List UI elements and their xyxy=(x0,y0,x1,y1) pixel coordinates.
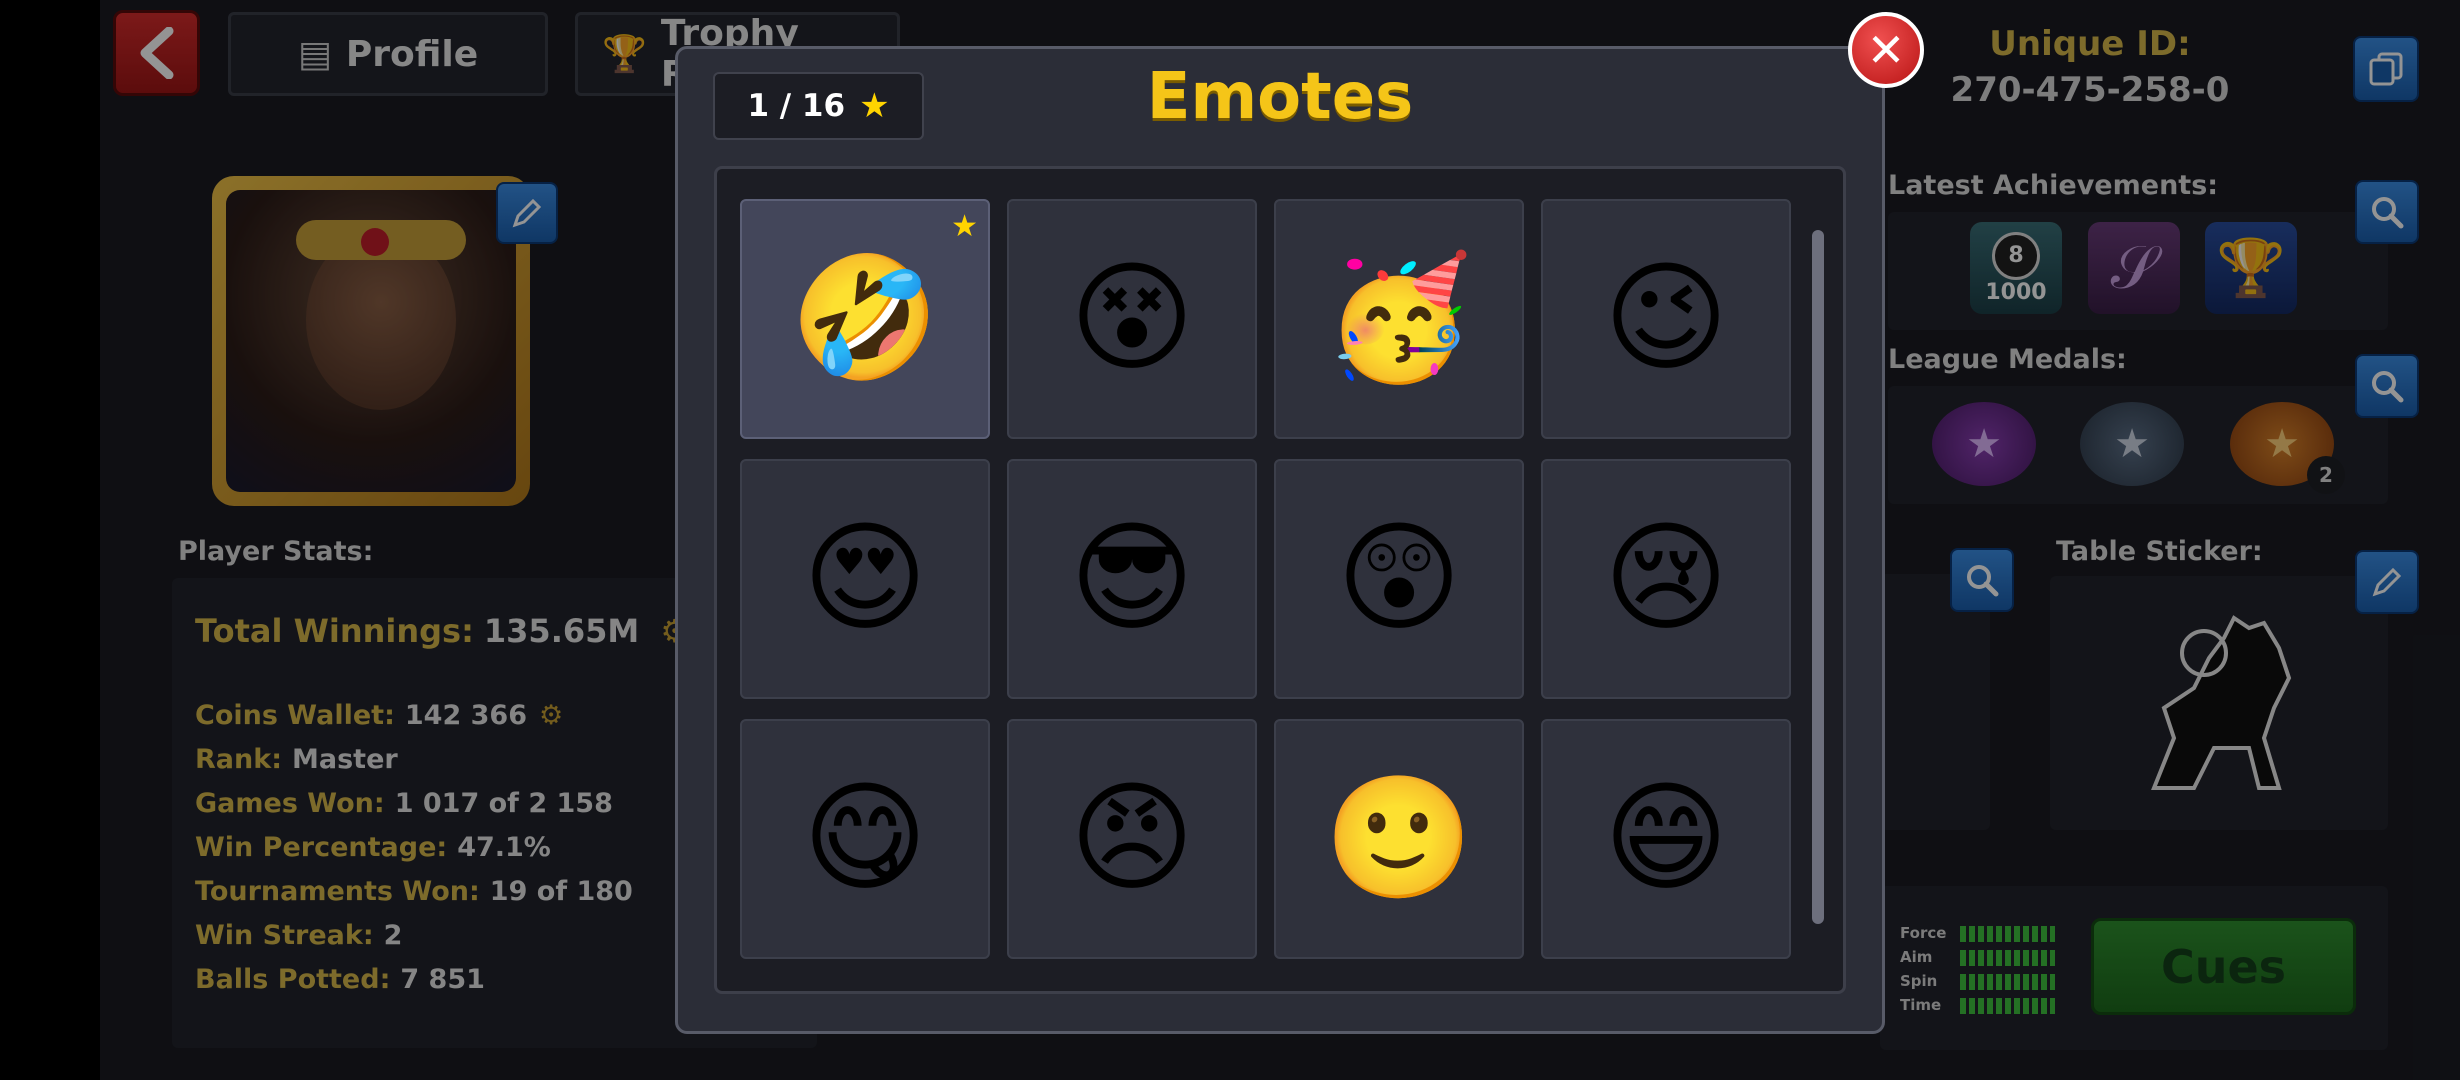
emote-dizzy-icon: 😵 xyxy=(1069,249,1195,388)
emote-cell-7[interactable]: 😲 xyxy=(1274,459,1524,699)
modal-title: Emotes xyxy=(1146,60,1414,134)
emote-cell-5[interactable]: 😍 xyxy=(740,459,990,699)
emote-counter-text: 1 / 16 xyxy=(747,88,846,124)
emote-cell-8[interactable]: 😢 xyxy=(1541,459,1791,699)
emote-crying-icon: 😢 xyxy=(1603,509,1729,648)
emote-sunglasses-icon: 😎 xyxy=(1069,509,1195,648)
emote-party-icon: 🥳 xyxy=(1324,249,1474,388)
emote-grid: 🤣 ★ 😵 🥳 😉 😍 😎 😲 😢 😋 😠 🙂 😄 xyxy=(714,166,1846,994)
emote-cell-3[interactable]: 🥳 xyxy=(1274,199,1524,439)
emote-angry-icon: 😠 xyxy=(1069,769,1195,908)
emote-surprised-icon: 😲 xyxy=(1336,509,1462,648)
emote-cell-12[interactable]: 😄 xyxy=(1541,719,1791,959)
emote-wink-icon: 😉 xyxy=(1603,249,1729,388)
close-modal-button[interactable]: ✕ xyxy=(1848,12,1924,88)
favorite-star-icon: ★ xyxy=(951,209,978,244)
emote-heart-eyes-icon: 😍 xyxy=(802,509,928,648)
emote-laughing-bunny-icon: 🤣 xyxy=(790,249,940,388)
emote-grin-icon: 😄 xyxy=(1603,769,1729,908)
emote-cell-1[interactable]: 🤣 ★ xyxy=(740,199,990,439)
emote-counter: 1 / 16 ★ xyxy=(713,72,924,140)
emote-cell-10[interactable]: 😠 xyxy=(1007,719,1257,959)
emote-smile-icon: 🙂 xyxy=(1324,769,1474,908)
emote-cell-4[interactable]: 😉 xyxy=(1541,199,1791,439)
emote-cell-11[interactable]: 🙂 xyxy=(1274,719,1524,959)
close-icon: ✕ xyxy=(1866,23,1906,77)
emote-grid-scrollbar[interactable] xyxy=(1812,230,1824,924)
star-icon: ★ xyxy=(859,86,890,126)
emote-cell-2[interactable]: 😵 xyxy=(1007,199,1257,439)
emote-cell-6[interactable]: 😎 xyxy=(1007,459,1257,699)
emote-cell-9[interactable]: 😋 xyxy=(740,719,990,959)
emote-tongue-icon: 😋 xyxy=(802,769,928,908)
